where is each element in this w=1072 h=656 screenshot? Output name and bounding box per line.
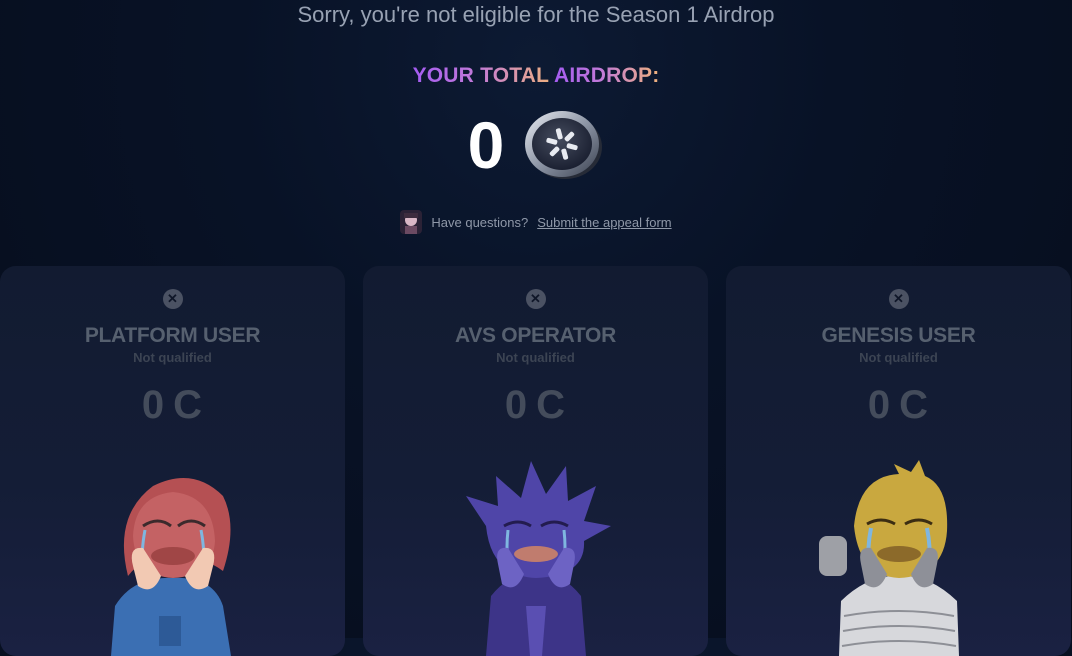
card-title: GENESIS USER <box>821 324 976 347</box>
card-genesis-user: ✕ GENESIS USER Not qualified 0C <box>726 266 1071 656</box>
card-points-value: 0 <box>504 383 529 427</box>
not-qualified-x-icon: ✕ <box>525 289 546 309</box>
card-points-unit: C <box>173 383 204 427</box>
help-text: Have questions? <box>431 214 529 230</box>
total-amount-row: 0 <box>0 100 1072 190</box>
card-status: Not qualified <box>133 350 212 365</box>
card-platform-user: ✕ PLATFORM USER Not qualified 0C <box>0 266 345 656</box>
support-avatar <box>400 210 423 234</box>
card-points: 0C <box>726 383 1071 428</box>
total-amount: 0 <box>467 108 505 182</box>
not-qualified-x-icon: ✕ <box>162 289 183 309</box>
card-title: AVS OPERATOR <box>455 324 616 347</box>
total-label-main: AIRDROP: <box>554 64 660 87</box>
card-points-value: 0 <box>867 383 892 427</box>
card-points-value: 0 <box>141 383 166 427</box>
total-airdrop-label: YOUR TOTAL AIRDROP: <box>0 64 1072 88</box>
card-points-unit: C <box>899 383 930 427</box>
appeal-form-link[interactable]: Submit the appeal form <box>537 215 671 230</box>
crying-character-yellow-icon <box>818 460 959 656</box>
card-status: Not qualified <box>496 350 575 365</box>
crying-character-red-icon <box>110 478 231 656</box>
card-avs-operator: ✕ AVS OPERATOR Not qualified 0C <box>363 266 708 656</box>
headline: Sorry, you're not eligible for the Seaso… <box>297 2 775 27</box>
card-points: 0C <box>363 383 708 428</box>
token-coin-icon <box>525 111 603 179</box>
card-points: 0C <box>0 383 345 428</box>
card-title: PLATFORM USER <box>84 324 261 347</box>
crying-character-purple-icon <box>465 461 611 656</box>
card-status: Not qualified <box>859 350 938 365</box>
card-points-unit: C <box>536 383 567 427</box>
total-label-prefix: YOUR TOTAL <box>412 64 554 87</box>
help-row: Have questions? Submit the appeal form <box>0 210 1072 234</box>
not-qualified-x-icon: ✕ <box>888 289 909 309</box>
